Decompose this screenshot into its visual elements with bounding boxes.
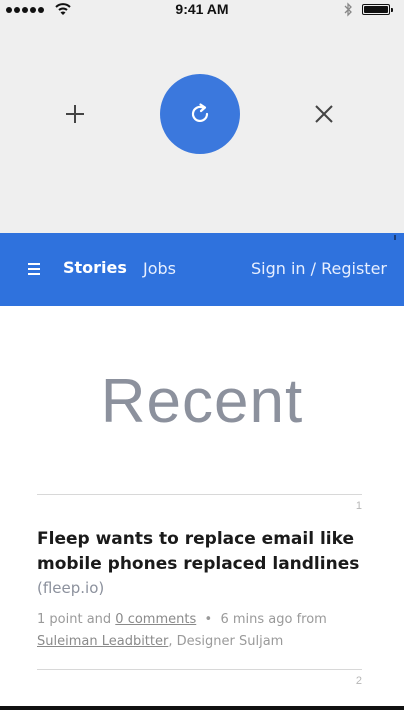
story-title-link[interactable]: Fleep wants to replace email like mobile… [37,527,362,577]
pull-controls [0,74,404,156]
story-age: 6 mins ago from [220,612,327,627]
author-link[interactable]: Suleiman Leadbitter [37,634,168,649]
close-icon[interactable] [313,103,335,125]
page-title: Recent [100,367,304,436]
status-bar: 9:41 AM [0,0,404,20]
story-domain-link[interactable]: (fleep.io) [37,579,104,597]
author-title: , Designer Suljam [168,634,284,649]
story-rank: 1 [355,500,362,512]
bottom-edge [0,706,404,710]
signin-register-link[interactable]: Sign in / Register [251,259,387,278]
nav-jobs-link[interactable]: Jobs [143,259,176,278]
refresh-icon [191,103,209,123]
story-meta: 1 point and 0 comments • 6 mins ago from… [37,609,367,653]
nav-stories-link[interactable]: Stories [63,258,127,277]
divider [37,669,362,670]
pull-to-refresh-area: 9:41 AM [0,0,404,233]
top-navbar: Stories Jobs Sign in / Register [0,233,404,306]
plus-icon[interactable] [62,101,88,127]
story-rank: 2 [355,675,362,687]
battery-fill [364,6,388,13]
list-item: 2 [37,669,362,706]
list-item: 1 Fleep wants to replace email like mobi… [37,494,362,668]
comments-link[interactable]: 0 comments [115,612,196,627]
bluetooth-icon [344,2,352,17]
hamburger-icon[interactable] [28,263,40,275]
refresh-button[interactable] [160,74,240,154]
story-points: 1 point and [37,612,112,627]
meta-separator: • [204,612,213,627]
navbar-edge-marker [394,235,396,240]
divider [37,494,362,495]
battery-icon [362,4,393,15]
